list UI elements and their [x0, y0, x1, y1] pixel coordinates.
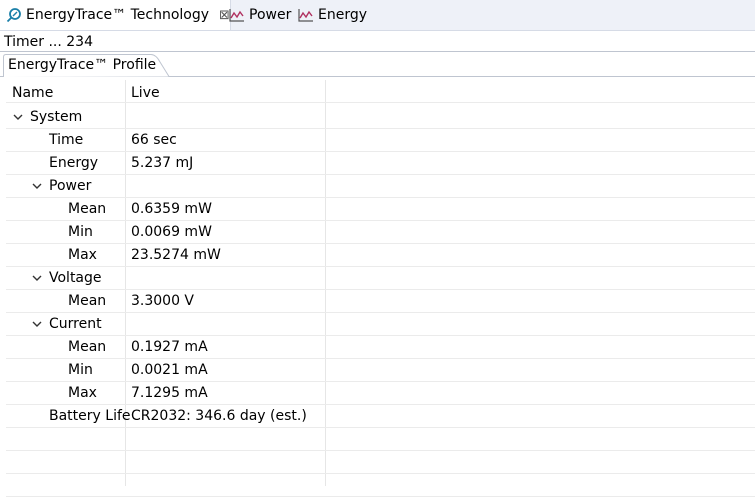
tab-energytrace-technology[interactable]: EnergyTrace™ Technology ⊠: [0, 0, 231, 30]
row-live-value: 3.3000 V: [131, 293, 195, 309]
row-name: Current: [49, 316, 102, 332]
row-name: Min: [68, 362, 93, 378]
table-row[interactable]: Voltage: [6, 267, 755, 290]
row-name: Power: [49, 178, 92, 194]
row-name: Max: [68, 247, 97, 263]
row-live-value: 5.237 mJ: [131, 155, 194, 171]
table-row[interactable]: Power: [6, 175, 755, 198]
table-row[interactable]: Min 0.0021 mA: [6, 359, 755, 382]
table-row[interactable]: Current: [6, 313, 755, 336]
row-name: Mean: [68, 293, 107, 309]
row-name: Mean: [68, 339, 107, 355]
table-header: Name Live: [6, 80, 755, 103]
row-name: Mean: [68, 201, 107, 217]
table-row[interactable]: Max 23.5274 mW: [6, 244, 755, 267]
row-name: Energy: [49, 155, 99, 171]
table-row[interactable]: Min 0.0069 mW: [6, 221, 755, 244]
table-row[interactable]: System: [6, 106, 755, 129]
row-name: Voltage: [49, 270, 102, 286]
tab-energy[interactable]: Energy: [298, 0, 367, 30]
empty-row: [6, 451, 755, 474]
table-row[interactable]: Mean 0.6359 mW: [6, 198, 755, 221]
row-live-value: 7.1295 mA: [131, 385, 208, 401]
tab-label: Energy: [318, 7, 368, 23]
table-row[interactable]: Energy 5.237 mJ: [6, 152, 755, 175]
row-live-value: 0.0069 mW: [131, 224, 212, 240]
row-name: Min: [68, 224, 93, 240]
row-live-value: 0.6359 mW: [131, 201, 212, 217]
tab-power[interactable]: Power: [229, 0, 291, 30]
status-text: Timer ... 234: [4, 34, 93, 50]
chevron-down-icon[interactable]: [31, 318, 43, 330]
divider: [0, 51, 755, 52]
chart-icon: [229, 9, 244, 22]
row-live-value: 66 sec: [131, 132, 177, 148]
row-name: Battery Life: [49, 408, 131, 424]
row-name: Time: [49, 132, 84, 148]
table-row[interactable]: Time 66 sec: [6, 129, 755, 152]
tab-label: EnergyTrace™ Technology: [26, 7, 210, 23]
table-row[interactable]: Mean 0.1927 mA: [6, 336, 755, 359]
row-live-value: 0.0021 mA: [131, 362, 208, 378]
chevron-down-icon[interactable]: [12, 111, 24, 123]
energytrace-icon: [6, 8, 21, 23]
chevron-down-icon[interactable]: [31, 272, 43, 284]
empty-row: [6, 428, 755, 451]
row-live-value: 0.1927 mA: [131, 339, 208, 355]
table-row[interactable]: Max 7.1295 mA: [6, 382, 755, 405]
chevron-down-icon[interactable]: [31, 180, 43, 192]
row-live-value: 23.5274 mW: [131, 247, 221, 263]
profile-table: Name Live System Time 66 sec Energy 5.237 mJ…: [6, 80, 755, 497]
tab-label: Power: [249, 7, 292, 23]
table-row[interactable]: Battery Life CR2032: 346.6 day (est.): [6, 405, 755, 428]
column-header-name[interactable]: Name: [12, 85, 53, 101]
column-header-live[interactable]: Live: [131, 85, 160, 101]
tab-energytrace-profile-label-holder: EnergyTrace™ Profile: [3, 54, 178, 77]
row-live-value: CR2032: 346.6 day (est.): [131, 408, 307, 424]
row-name: Max: [68, 385, 97, 401]
row-name: System: [30, 109, 83, 125]
table-row[interactable]: Mean 3.3000 V: [6, 290, 755, 313]
tab-label: EnergyTrace™ Profile: [8, 57, 157, 73]
chart-icon: [298, 9, 313, 22]
editor-tab-bar: EnergyTrace™ Technology ⊠ Power Energy: [0, 0, 755, 31]
